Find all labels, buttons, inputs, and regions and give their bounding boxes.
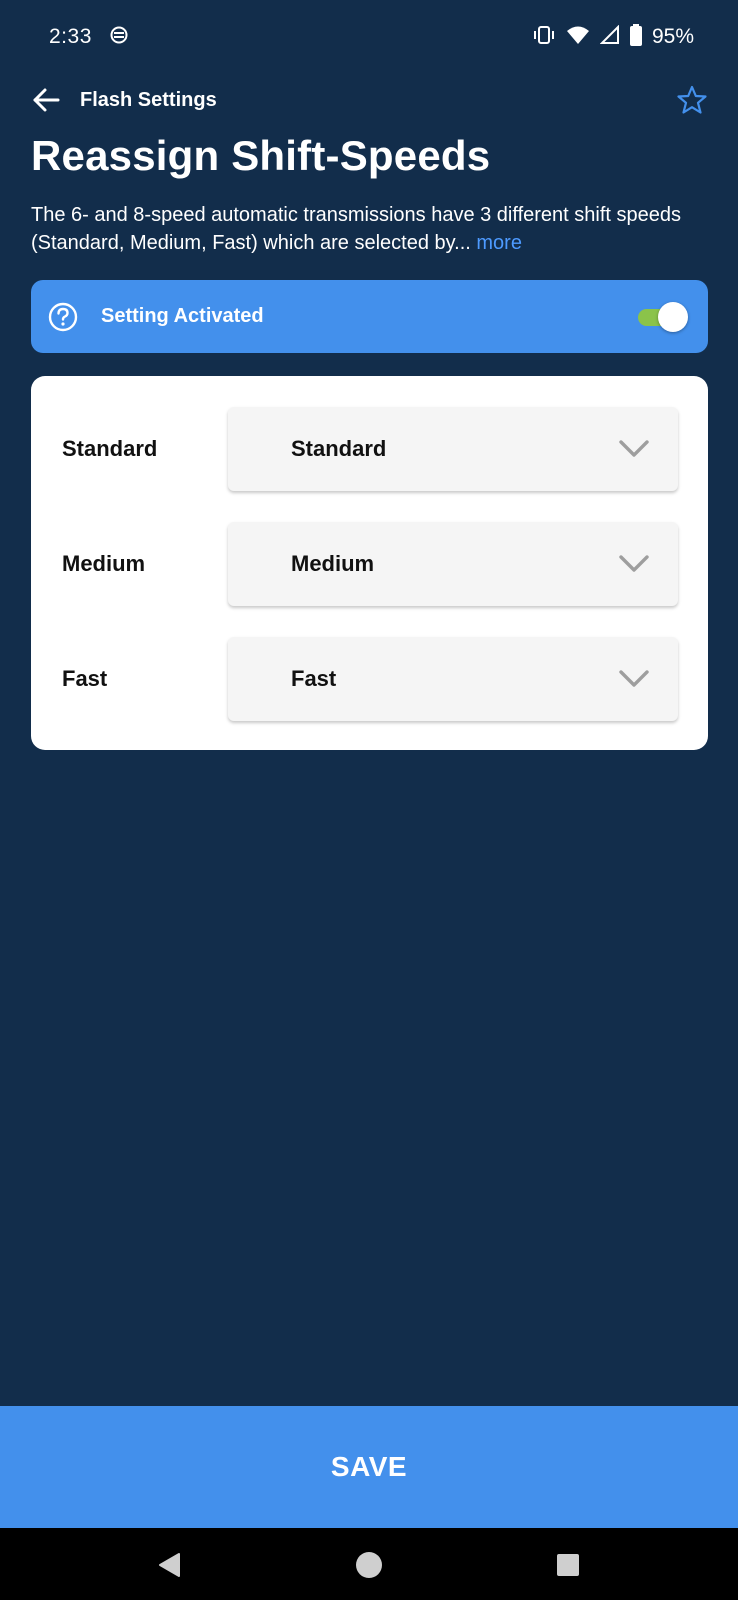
save-label: SAVE xyxy=(330,1451,408,1482)
square-recents-icon xyxy=(557,1554,579,1576)
shift-speed-dropdown-fast[interactable]: Fast xyxy=(228,637,678,721)
triangle-back-icon xyxy=(159,1553,180,1577)
status-bar: 2:33 95% xyxy=(0,0,738,74)
app-bar: Flash Settings xyxy=(0,78,738,122)
nav-recents-button[interactable] xyxy=(553,1550,583,1580)
chevron-down-icon xyxy=(618,550,650,578)
circle-home-icon xyxy=(356,1552,382,1578)
wifi-icon xyxy=(566,25,590,50)
arrow-left-icon xyxy=(33,88,60,112)
chevron-down-icon xyxy=(618,435,650,463)
shift-speed-dropdown-standard[interactable]: Standard xyxy=(228,407,678,491)
battery-icon xyxy=(629,23,642,51)
page-title: Reassign Shift-Speeds xyxy=(31,132,491,179)
page-description: The 6- and 8-speed automatic transmissio… xyxy=(31,201,711,257)
dropdown-value: Standard xyxy=(291,436,387,461)
star-icon xyxy=(677,85,707,114)
vibrate-icon xyxy=(532,25,556,50)
status-time: 2:33 xyxy=(49,25,92,48)
battery-percent: 95% xyxy=(651,25,694,48)
dropdown-value: Fast xyxy=(291,666,337,691)
chevron-down-icon xyxy=(618,665,650,693)
app-notification-icon xyxy=(110,26,128,49)
favorite-button[interactable] xyxy=(674,82,710,118)
help-icon[interactable] xyxy=(47,301,79,333)
dropdown-value: Medium xyxy=(291,551,375,576)
cell-signal-icon xyxy=(599,24,620,50)
toggle-thumb xyxy=(658,302,688,332)
shift-speed-row-fast: Fast Fast xyxy=(31,637,708,721)
back-button[interactable] xyxy=(30,84,62,116)
shift-speed-card: Standard Standard Medium Medium Fast Fas… xyxy=(31,376,708,750)
row-label: Fast xyxy=(62,666,108,691)
nav-home-button[interactable] xyxy=(354,1550,384,1580)
row-label: Standard xyxy=(62,436,158,461)
system-nav-bar xyxy=(0,1528,738,1600)
nav-back-button[interactable] xyxy=(155,1550,185,1580)
shift-speed-dropdown-medium[interactable]: Medium xyxy=(228,522,678,606)
row-label: Medium xyxy=(62,551,146,576)
shift-speed-row-standard: Standard Standard xyxy=(31,407,708,491)
activation-label: Setting Activated xyxy=(101,305,264,327)
save-button[interactable]: SAVE xyxy=(0,1406,738,1528)
setting-activation-bar: Setting Activated xyxy=(31,280,708,353)
activation-toggle[interactable] xyxy=(638,301,688,332)
app-bar-title: Flash Settings xyxy=(80,88,217,111)
shift-speed-row-medium: Medium Medium xyxy=(31,522,708,606)
more-link[interactable]: more xyxy=(476,232,522,254)
description-text: The 6- and 8-speed automatic transmissio… xyxy=(31,204,681,254)
